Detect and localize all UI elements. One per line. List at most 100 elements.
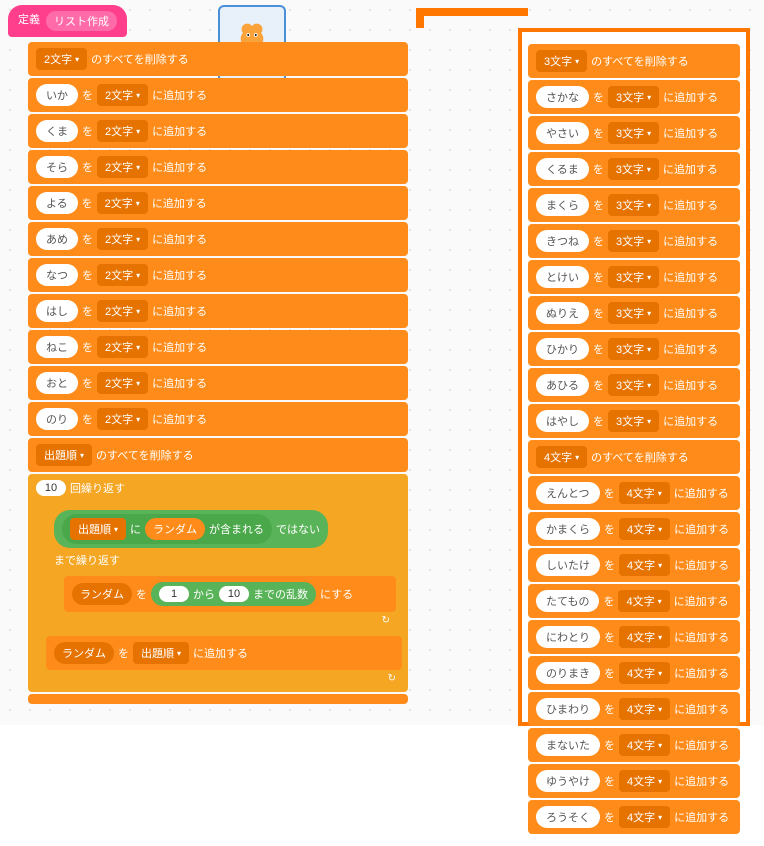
list-dropdown[interactable]: 4文字 [619,482,670,504]
add-item-block[interactable]: さかなを3文字に追加する [528,80,740,114]
add-item-block[interactable]: やさいを3文字に追加する [528,116,740,150]
item-value[interactable]: はやし [536,410,589,432]
list-dropdown[interactable]: 4文字 [619,734,670,756]
add-item-block[interactable]: かまくらを4文字に追加する [528,512,740,546]
item-value[interactable]: ろうそく [536,806,600,828]
list-dropdown[interactable]: 3文字 [608,338,659,360]
list-dropdown[interactable]: 2文字 [97,84,148,106]
add-item-block[interactable]: くるまを3文字に追加する [528,152,740,186]
add-item-block[interactable]: ぬりえを3文字に追加する [528,296,740,330]
add-item-block[interactable]: ひまわりを4文字に追加する [528,692,740,726]
item-value[interactable]: きつね [536,230,589,252]
item-value[interactable]: とけい [536,266,589,288]
item-value[interactable]: おと [36,372,78,394]
set-variable-block[interactable]: ランダム を 1 から 10 までの乱数 にする [64,576,396,612]
list-dropdown[interactable]: 2文字 [97,264,148,286]
add-item-block[interactable]: そらを2文字に追加する [28,150,408,184]
item-value[interactable]: にわとり [536,626,600,648]
repeat-block[interactable]: 10 回繰り返す 出題順 に ランダム が含まれる では [28,474,408,692]
define-hat[interactable]: 定義 リスト作成 [8,5,127,37]
item-value[interactable]: ゆうやけ [536,770,600,792]
add-item-block[interactable]: はしを2文字に追加する [28,294,408,328]
pick-random-operator[interactable]: 1 から 10 までの乱数 [151,582,316,606]
list-dropdown[interactable]: 3文字 [608,266,659,288]
add-item-block[interactable]: まくらを3文字に追加する [528,188,740,222]
add-item-block[interactable]: とけいを3文字に追加する [528,260,740,294]
item-value[interactable]: いか [36,84,78,106]
list-dropdown[interactable]: 3文字 [608,230,659,252]
variable-reporter[interactable]: ランダム [145,518,205,540]
list-dropdown[interactable]: 2文字 [97,192,148,214]
list-dropdown[interactable]: 3文字 [608,194,659,216]
delete-all-2moji[interactable]: 2文字 のすべてを削除する [28,42,408,76]
repeat-until-block[interactable]: 出題順 に ランダム が含まれる ではない まで繰り返す ランダム を [46,504,402,634]
add-item-block[interactable]: いかを2文字に追加する [28,78,408,112]
list-dropdown[interactable]: 3文字 [536,50,587,72]
add-item-block[interactable]: えんとつを4文字に追加する [528,476,740,510]
add-item-block[interactable]: にわとりを4文字に追加する [528,620,740,654]
list-dropdown[interactable]: 4文字 [619,554,670,576]
delete-all-4moji[interactable]: 4文字 のすべてを削除する [528,440,740,474]
add-item-block[interactable]: ねこを2文字に追加する [28,330,408,364]
list-dropdown[interactable]: 出題順 [36,444,92,466]
add-item-block[interactable]: おとを2文字に追加する [28,366,408,400]
item-value[interactable]: まくら [536,194,589,216]
add-item-block[interactable]: たてものを4文字に追加する [528,584,740,618]
item-value[interactable]: あひる [536,374,589,396]
list-dropdown[interactable]: 2文字 [97,228,148,250]
add-item-block[interactable]: あめを2文字に追加する [28,222,408,256]
item-value[interactable]: くま [36,120,78,142]
list-dropdown[interactable]: 3文字 [608,158,659,180]
list-dropdown[interactable]: 3文字 [608,302,659,324]
list-dropdown[interactable]: 3文字 [608,410,659,432]
list-dropdown[interactable]: 4文字 [536,446,587,468]
not-operator[interactable]: 出題順 に ランダム が含まれる ではない [54,510,328,548]
list-dropdown[interactable]: 4文字 [619,626,670,648]
add-item-block[interactable]: はやしを3文字に追加する [528,404,740,438]
item-value[interactable]: さかな [536,86,589,108]
add-item-block[interactable]: ゆうやけを4文字に追加する [528,764,740,798]
delete-all-order[interactable]: 出題順 のすべてを削除する [28,438,408,472]
add-item-block[interactable]: あひるを3文字に追加する [528,368,740,402]
list-dropdown[interactable]: 4文字 [619,662,670,684]
add-item-block[interactable]: ひかりを3文字に追加する [528,332,740,366]
item-value[interactable]: ぬりえ [536,302,589,324]
add-item-block[interactable]: よるを2文字に追加する [28,186,408,220]
add-item-block[interactable]: くまを2文字に追加する [28,114,408,148]
add-item-block[interactable]: まないたを4文字に追加する [528,728,740,762]
list-dropdown[interactable]: 2文字 [97,408,148,430]
add-item-block[interactable]: ろうそくを4文字に追加する [528,800,740,834]
item-value[interactable]: えんとつ [536,482,600,504]
list-dropdown[interactable]: 4文字 [619,806,670,828]
item-value[interactable]: なつ [36,264,78,286]
item-value[interactable]: はし [36,300,78,322]
item-value[interactable]: しいたけ [536,554,600,576]
item-value[interactable]: のりまき [536,662,600,684]
item-value[interactable]: よる [36,192,78,214]
add-item-block[interactable]: きつねを3文字に追加する [528,224,740,258]
variable-dropdown[interactable]: ランダム [72,583,132,605]
list-dropdown[interactable]: 3文字 [608,86,659,108]
item-value[interactable]: あめ [36,228,78,250]
add-item-block[interactable]: しいたけを4文字に追加する [528,548,740,582]
list-dropdown[interactable]: 2文字 [36,48,87,70]
list-dropdown[interactable]: 2文字 [97,372,148,394]
list-dropdown[interactable]: 4文字 [619,770,670,792]
repeat-count[interactable]: 10 [36,480,66,496]
list-dropdown[interactable]: 2文字 [97,156,148,178]
list-dropdown[interactable]: 3文字 [608,374,659,396]
add-item-block[interactable]: のりを2文字に追加する [28,402,408,436]
add-random-to-order[interactable]: ランダム を 出題順 に追加する [46,636,402,670]
list-dropdown[interactable]: 4文字 [618,590,669,612]
contains-operator[interactable]: 出題順 に ランダム が含まれる [62,514,272,544]
list-dropdown[interactable]: 2文字 [97,336,148,358]
item-value[interactable]: たてもの [536,590,599,612]
list-dropdown[interactable]: 出題順 [70,518,126,540]
list-dropdown[interactable]: 4文字 [619,518,670,540]
list-dropdown[interactable]: 3文字 [608,122,659,144]
item-value[interactable]: かまくら [536,518,600,540]
list-dropdown[interactable]: 出題順 [133,642,189,664]
delete-all-3moji[interactable]: 3文字 のすべてを削除する [528,44,740,78]
list-dropdown[interactable]: 4文字 [619,698,670,720]
item-value[interactable]: ひかり [536,338,589,360]
